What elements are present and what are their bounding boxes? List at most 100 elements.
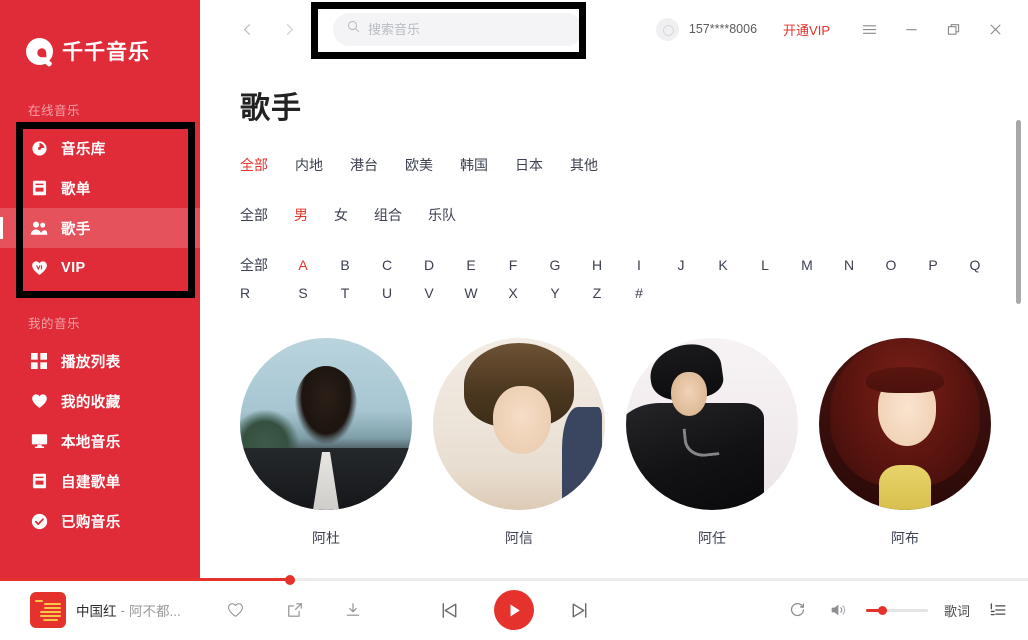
next-track-icon[interactable] [566,597,592,623]
hamburger-menu-icon[interactable] [854,14,884,44]
search-icon [347,20,360,38]
filter-letter-M[interactable]: M [786,257,828,273]
artist-photo[interactable] [626,338,798,510]
sidebar-item-label: 本地音乐 [61,434,121,451]
sidebar-item-artists[interactable]: 歌手 [0,208,200,248]
filter-letter-#[interactable]: # [618,285,660,301]
filter-letter-全部[interactable]: 全部 [240,255,282,275]
filter-gender-乐队[interactable]: 乐队 [428,205,456,225]
restore-window-icon[interactable] [938,14,968,44]
filter-letter-I[interactable]: I [618,257,660,273]
search-input[interactable] [368,21,569,37]
filter-gender-全部[interactable]: 全部 [240,205,268,225]
monitor-icon [30,432,48,450]
filter-letter-W[interactable]: W [450,285,492,301]
filter-letter-X[interactable]: X [492,285,534,301]
artist-card[interactable]: 阿杜 [240,338,412,548]
filter-row-alpha-1: 全部 A B C D E F G H I J K L M N O P Q [240,255,996,275]
play-icon[interactable] [494,590,534,630]
heart-outline-icon[interactable] [227,579,244,640]
volume-icon[interactable] [826,598,850,622]
app-logo[interactable]: 千千音乐 [26,36,150,66]
chevron-left-icon[interactable] [232,14,262,44]
filter-region-韩国[interactable]: 韩国 [460,155,488,175]
main-content: 歌手 全部 内地 港台 欧美 韩国 日本 其他 全部男女组合 乐队 全部 A B C D E F G H I J K… [200,58,1028,578]
search-box[interactable] [333,12,583,46]
filter-letter-Z[interactable]: Z [576,285,618,301]
now-playing-info: 中国红 - 阿不都... [76,579,181,640]
filter-letter-R[interactable]: R [240,285,282,301]
sidebar-item-label: 我的收藏 [61,394,121,411]
filter-region-欧美[interactable]: 欧美 [405,155,433,175]
artist-photo[interactable] [819,338,991,510]
album-cover-icon[interactable] [30,592,66,628]
artist-photo[interactable] [433,338,605,510]
repeat-icon[interactable] [786,598,810,622]
sidebar-item-playlists[interactable]: 歌单 [0,168,200,208]
filter-region-全部[interactable]: 全部 [240,155,268,175]
app-window: 千千音乐 在线音乐 音乐库 歌单 歌手 VIP 我的音乐 播放列表 我的收藏 本… [0,0,1028,640]
filter-letter-Y[interactable]: Y [534,285,576,301]
filter-letter-Q[interactable]: Q [954,257,996,273]
filter-letter-D[interactable]: D [408,257,450,273]
content-scrollbar-track[interactable] [1015,58,1025,578]
filter-letter-J[interactable]: J [660,257,702,273]
sidebar-item-vip[interactable]: VIP [0,248,200,288]
sidebar-item-local-music[interactable]: 本地音乐 [0,421,200,461]
filter-letter-L[interactable]: L [744,257,786,273]
chevron-right-icon[interactable] [274,14,304,44]
filter-letter-E[interactable]: E [450,257,492,273]
filter-letter-T[interactable]: T [324,285,366,301]
sidebar-item-music-library[interactable]: 音乐库 [0,128,200,168]
user-avatar-icon[interactable] [655,17,679,41]
sidebar-item-favorites[interactable]: 我的收藏 [0,381,200,421]
filter-letter-A[interactable]: A [282,257,324,273]
sidebar-item-custom-playlist[interactable]: 自建歌单 [0,461,200,501]
playlist-queue-icon[interactable] [986,598,1010,622]
player-right-controls: 歌词 [786,579,1010,640]
filter-gender-女[interactable]: 女 [334,205,348,225]
filter-row-alpha-2: R S T U V W X Y Z # [240,285,660,301]
filter-letter-H[interactable]: H [576,257,618,273]
filter-letter-O[interactable]: O [870,257,912,273]
filter-letter-G[interactable]: G [534,257,576,273]
sidebar-item-play-list[interactable]: 播放列表 [0,341,200,381]
filter-letter-B[interactable]: B [324,257,366,273]
filter-letter-F[interactable]: F [492,257,534,273]
artist-name: 阿杜 [312,530,340,546]
check-circle-icon [30,512,48,530]
volume-slider-knob[interactable] [877,605,887,615]
volume-slider[interactable] [865,605,928,615]
filter-letter-N[interactable]: N [828,257,870,273]
artist-card[interactable]: 阿任 [626,338,798,548]
artist-photo[interactable] [240,338,412,510]
playlist-book-icon [30,179,48,197]
filter-region-其他[interactable]: 其他 [570,155,598,175]
sidebar-item-label: 已购音乐 [61,514,121,531]
filter-region-日本[interactable]: 日本 [515,155,543,175]
previous-track-icon[interactable] [436,597,462,623]
minimize-icon[interactable] [896,14,926,44]
filter-letter-S[interactable]: S [282,285,324,301]
filter-letter-C[interactable]: C [366,257,408,273]
share-icon[interactable] [287,579,303,640]
close-icon[interactable] [980,14,1010,44]
filter-letter-K[interactable]: K [702,257,744,273]
filter-region-内地[interactable]: 内地 [295,155,323,175]
sidebar-item-purchased-music[interactable]: 已购音乐 [0,501,200,541]
filter-region-港台[interactable]: 港台 [350,155,378,175]
filter-letter-U[interactable]: U [366,285,408,301]
filter-letter-P[interactable]: P [912,257,954,273]
filter-gender-男[interactable]: 男 [294,205,308,225]
filter-gender-组合[interactable]: 组合 [374,205,402,225]
app-name: 千千音乐 [62,41,150,64]
download-icon[interactable] [345,579,361,640]
artist-name: 阿信 [505,530,533,546]
artist-card[interactable]: 阿信 [433,338,605,548]
artist-card[interactable]: 阿布 [819,338,991,548]
content-scrollbar-thumb[interactable] [1016,120,1021,304]
filter-letter-V[interactable]: V [408,285,450,301]
open-vip-link[interactable]: 开通VIP [783,20,830,39]
lyrics-button[interactable]: 歌词 [944,601,970,620]
vip-heart-icon [30,259,48,277]
